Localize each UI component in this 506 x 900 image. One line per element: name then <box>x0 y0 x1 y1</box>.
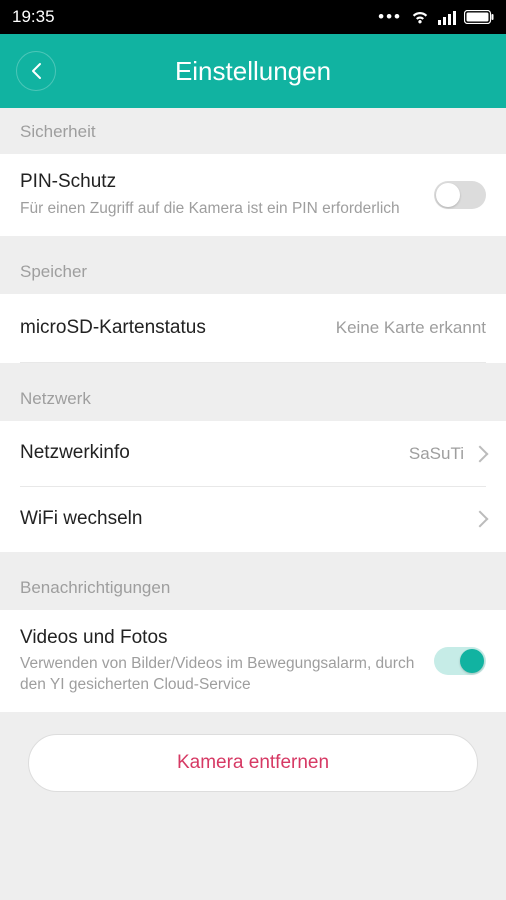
battery-icon <box>464 10 494 24</box>
section-header-storage: Speicher <box>0 236 506 294</box>
remove-camera-button[interactable]: Kamera entfernen <box>28 734 478 792</box>
clock: 19:35 <box>12 7 55 27</box>
row-sdcard-status[interactable]: microSD-Kartenstatus Keine Karte erkannt <box>0 294 506 363</box>
chevron-right-icon <box>472 511 489 528</box>
chevron-right-icon <box>472 445 489 462</box>
section-header-security: Sicherheit <box>0 108 506 154</box>
app-header: Einstellungen <box>0 34 506 108</box>
pin-toggle[interactable] <box>434 181 486 209</box>
change-wifi-title: WiFi wechseln <box>20 507 142 532</box>
row-change-wifi[interactable]: WiFi wechseln <box>0 487 506 552</box>
media-title: Videos und Fotos <box>20 626 418 651</box>
pin-title: PIN-Schutz <box>20 170 418 195</box>
row-videos-photos[interactable]: Videos und Fotos Verwenden von Bilder/Vi… <box>0 610 506 713</box>
section-header-notifications: Benachrichtigungen <box>0 552 506 610</box>
section-header-network: Netzwerk <box>0 363 506 421</box>
media-subtitle: Verwenden von Bilder/Videos im Bewegungs… <box>20 654 418 696</box>
more-icon: ••• <box>378 7 402 27</box>
signal-icon <box>438 9 456 25</box>
media-toggle[interactable] <box>434 647 486 675</box>
row-pin-protection[interactable]: PIN-Schutz Für einen Zugriff auf die Kam… <box>0 154 506 236</box>
sdcard-title: microSD-Kartenstatus <box>20 316 206 341</box>
network-info-value: SaSuTi <box>409 444 464 464</box>
back-button[interactable] <box>16 51 56 91</box>
status-icons: ••• <box>378 7 494 27</box>
remove-camera-label: Kamera entfernen <box>177 752 329 774</box>
chevron-left-icon <box>29 62 43 80</box>
sdcard-value: Keine Karte erkannt <box>336 318 486 338</box>
network-info-title: Netzwerkinfo <box>20 441 130 466</box>
status-bar: 19:35 ••• <box>0 0 506 34</box>
wifi-icon <box>410 9 430 25</box>
pin-subtitle: Für einen Zugriff auf die Kamera ist ein… <box>20 199 418 220</box>
row-network-info[interactable]: Netzwerkinfo SaSuTi <box>0 421 506 486</box>
page-title: Einstellungen <box>0 56 506 87</box>
